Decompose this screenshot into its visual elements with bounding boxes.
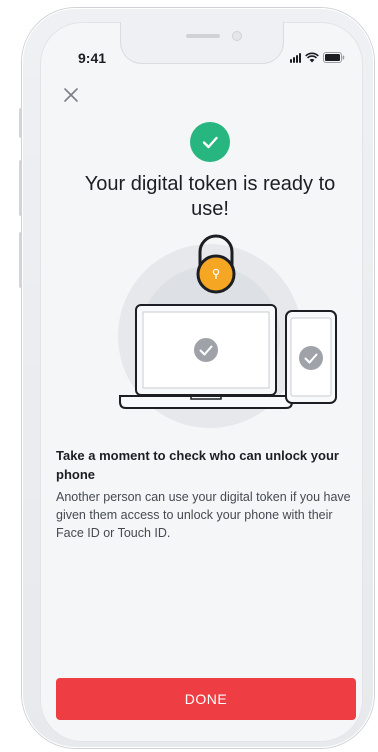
token-illustration: [119, 234, 337, 409]
laptop-icon: [119, 304, 293, 409]
section-heading: Take a moment to check who can unlock yo…: [56, 448, 339, 482]
padlock-icon: [196, 234, 236, 294]
phone-frame: 9:41 Your digital token is ready to use!…: [22, 8, 374, 748]
screen: 9:41 Your digital token is ready to use!…: [40, 22, 363, 742]
done-button[interactable]: DONE: [56, 678, 356, 720]
phone-icon: [285, 310, 337, 404]
body-text: Another person can use your digital toke…: [56, 490, 351, 540]
